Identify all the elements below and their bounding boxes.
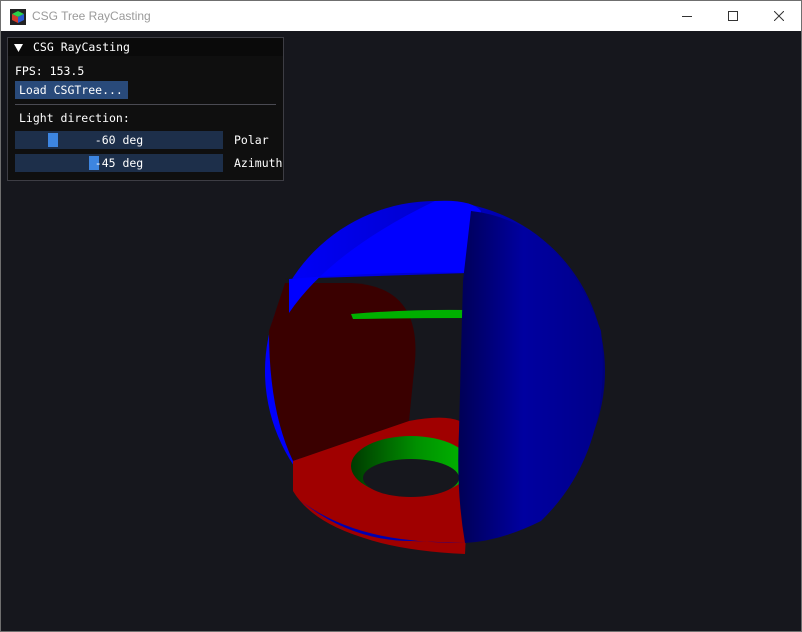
polar-value: -60 deg [94,133,144,147]
panel-title: CSG RayCasting [33,40,130,54]
polar-slider[interactable]: -60 deg Polar [15,131,269,149]
blue-right-hemisphere [458,211,603,543]
green-ring-hole [363,459,459,497]
azimuth-value: -45 deg [94,156,144,170]
maximize-button[interactable] [710,1,756,31]
minimize-icon [682,16,692,17]
close-button[interactable] [756,1,802,31]
light-direction-label: Light direction: [19,111,130,125]
window-title: CSG Tree RayCasting [32,9,151,23]
minimize-button[interactable] [664,1,710,31]
maximize-icon [728,11,738,21]
azimuth-slider[interactable]: -45 deg Azimuth [15,154,282,172]
csg-control-panel[interactable]: CSG RayCasting FPS: 153.5 Load CSGTree..… [7,37,284,181]
close-icon [774,11,784,21]
fps-value: 153.5 [49,64,85,78]
title-bar[interactable]: CSG Tree RayCasting [0,0,802,31]
azimuth-label: Azimuth [234,156,283,170]
polar-label: Polar [234,133,269,147]
fps-readout: FPS: 153.5 [15,64,84,78]
app-cube-icon [10,9,26,25]
fps-label: FPS: [15,64,43,78]
separator [15,104,276,105]
collapse-arrow-icon[interactable] [14,42,23,52]
render-viewport[interactable]: CSG RayCasting FPS: 153.5 Load CSGTree..… [0,31,802,632]
panel-title-bar[interactable]: CSG RayCasting [8,38,283,56]
load-csgtree-button[interactable]: Load CSGTree... [15,81,128,99]
